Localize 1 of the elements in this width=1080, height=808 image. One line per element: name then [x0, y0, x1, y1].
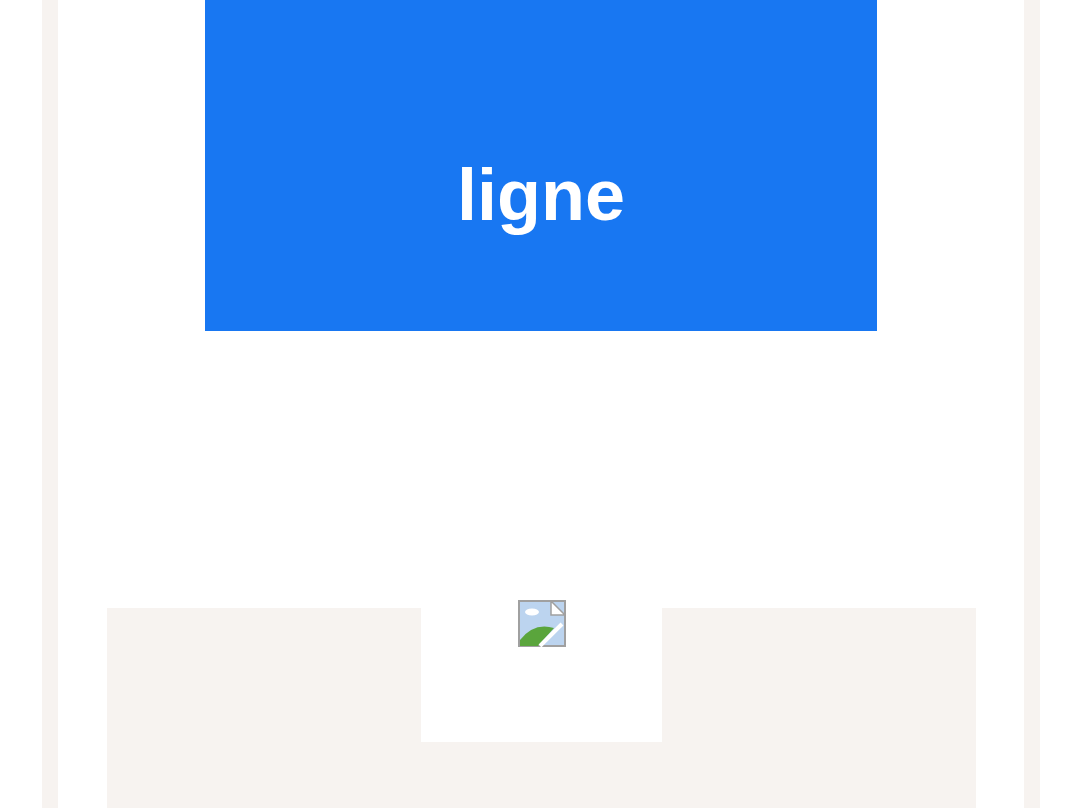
banner-title: ligne: [457, 155, 625, 235]
